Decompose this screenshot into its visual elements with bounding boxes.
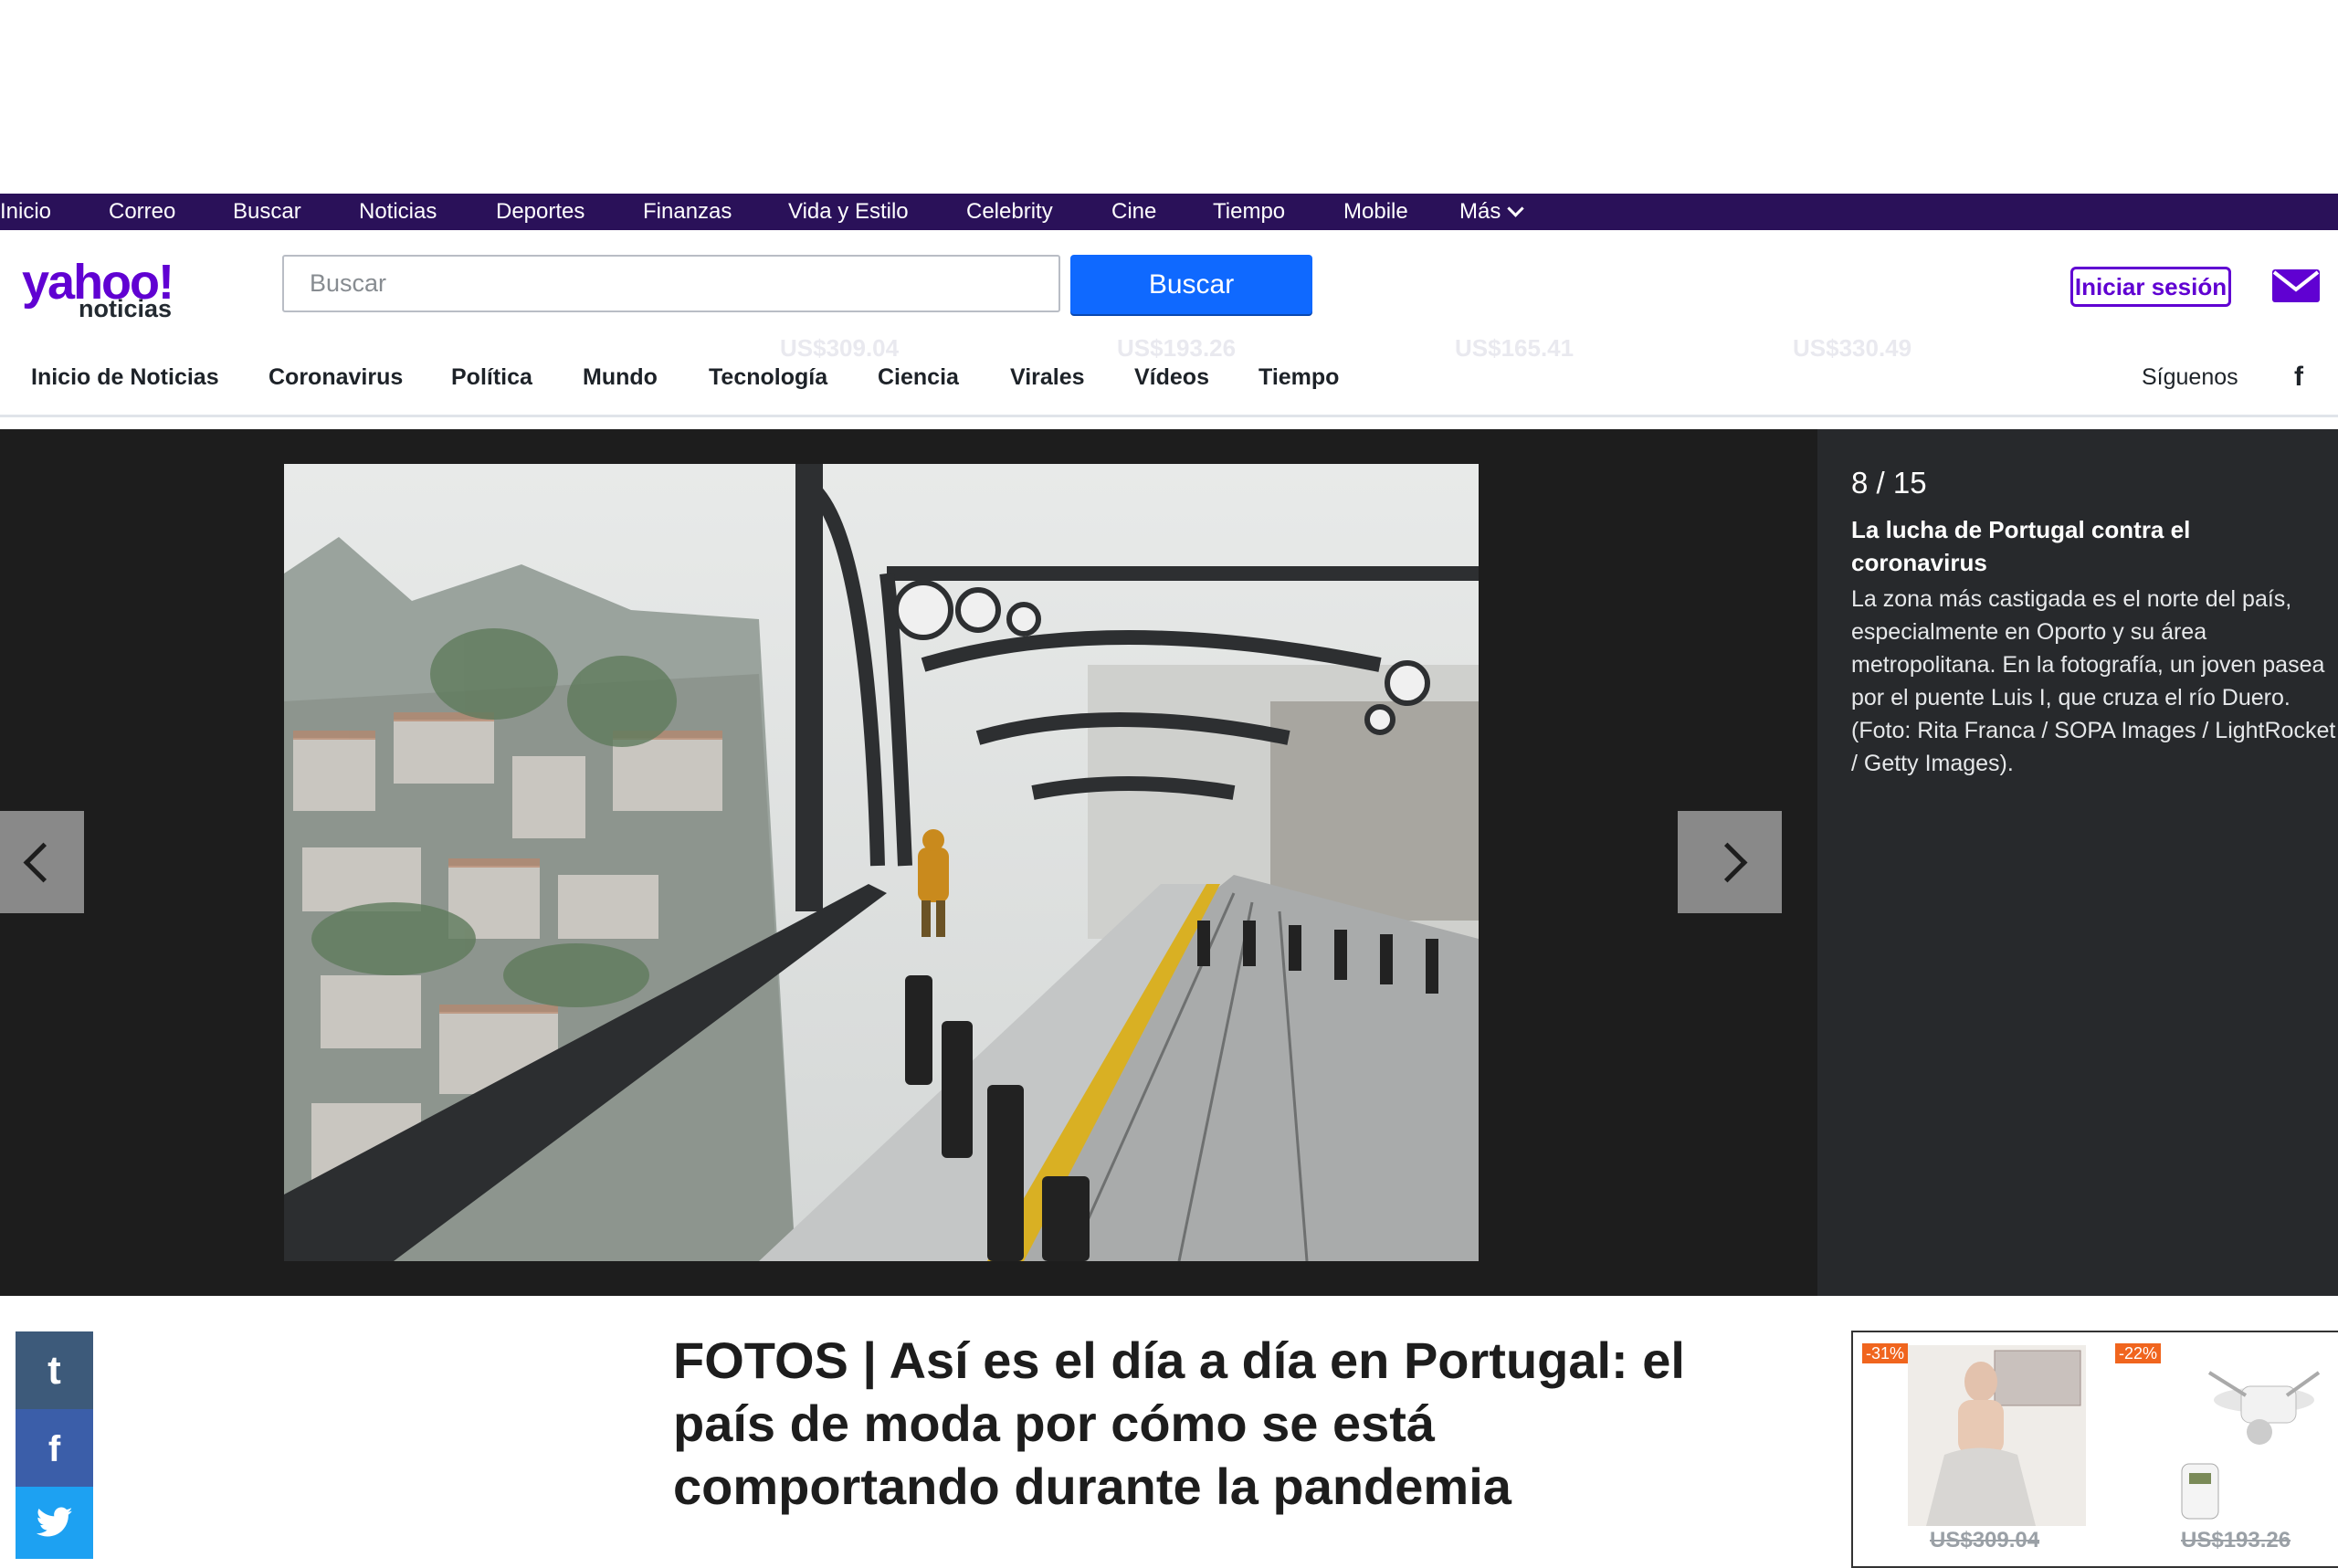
ad-price: US$309.04 — [1930, 1528, 2040, 1552]
subnav-item-mundo[interactable]: Mundo — [583, 340, 658, 415]
ad-price: US$193.26 — [2181, 1528, 2291, 1552]
chevron-right-icon — [1707, 842, 1748, 883]
tumblr-share-button[interactable]: t — [16, 1331, 93, 1409]
ad-box[interactable]: -31% -22% US$309.04 US$193.26 — [1851, 1331, 2338, 1568]
chevron-left-icon — [23, 842, 64, 883]
facebook-icon[interactable]: f — [2294, 360, 2312, 393]
prev-slide-button[interactable] — [0, 811, 84, 913]
subnav-item-tiempo[interactable]: Tiempo — [1259, 340, 1339, 415]
mail-icon[interactable] — [2272, 268, 2320, 304]
topnav-item-noticias[interactable]: Noticias — [359, 194, 437, 230]
follow-label: Síguenos — [2142, 364, 2238, 390]
subnav-item-tecnologia[interactable]: Tecnología — [709, 340, 827, 415]
signin-button[interactable]: Iniciar sesión — [2070, 267, 2231, 307]
slide-photo-bridge[interactable] — [284, 464, 1479, 1261]
slide-caption: La zona más castigada es el norte del pa… — [1851, 586, 2336, 776]
article-headline: FOTOS | Así es el día a día en Portugal:… — [673, 1331, 1685, 1515]
facebook-icon: f — [47, 1429, 61, 1469]
search-input[interactable] — [282, 255, 1060, 312]
slide-counter: 8 / 15 — [1851, 466, 1927, 500]
topnav-item-finanzas[interactable]: Finanzas — [643, 194, 732, 230]
subnav-item-coronavirus[interactable]: Coronavirus — [269, 340, 403, 415]
tumblr-icon: t — [47, 1348, 61, 1393]
topnav-more-label: Más — [1459, 199, 1501, 224]
section-nav: Inicio de Noticias Coronavirus Política … — [0, 340, 2338, 417]
subnav-item-inicio[interactable]: Inicio de Noticias — [31, 340, 219, 415]
subnav-item-ciencia[interactable]: Ciencia — [878, 340, 959, 415]
topnav-item-correo[interactable]: Correo — [109, 194, 175, 230]
top-nav-bar: Inicio Correo Buscar Noticias Deportes F… — [0, 194, 2338, 230]
subnav-item-politica[interactable]: Política — [451, 340, 532, 415]
discount-badge: -22% — [2115, 1343, 2162, 1363]
yahoo-noticias-logo[interactable]: yahoo! noticias — [22, 257, 205, 322]
topnav-item-buscar[interactable]: Buscar — [233, 194, 301, 230]
topnav-more-menu[interactable]: Más — [1459, 194, 1525, 230]
chevron-down-icon — [1507, 200, 1525, 217]
next-slide-button[interactable] — [1678, 811, 1782, 913]
topnav-item-cine[interactable]: Cine — [1111, 194, 1156, 230]
topnav-item-celebrity[interactable]: Celebrity — [966, 194, 1053, 230]
subnav-item-virales[interactable]: Virales — [1010, 340, 1085, 415]
topnav-item-tiempo[interactable]: Tiempo — [1213, 194, 1285, 230]
slide-title: La lucha de Portugal contra el coronavir… — [1851, 516, 2191, 576]
topnav-item-deportes[interactable]: Deportes — [496, 194, 584, 230]
ad-product-image[interactable] — [2154, 1345, 2337, 1526]
ad-product-image[interactable] — [1908, 1345, 2086, 1526]
facebook-share-button[interactable]: f — [16, 1409, 93, 1487]
twitter-icon — [36, 1507, 72, 1537]
topnav-item-mobile[interactable]: Mobile — [1343, 194, 1408, 230]
search-button[interactable]: Buscar — [1070, 255, 1312, 314]
discount-badge: -31% — [1862, 1343, 1909, 1363]
subnav-item-videos[interactable]: Vídeos — [1134, 340, 1209, 415]
logo-subtitle: noticias — [79, 295, 173, 322]
topnav-item-vida-y-estilo[interactable]: Vida y Estilo — [788, 194, 909, 230]
topnav-item-inicio[interactable]: Inicio — [0, 194, 51, 230]
twitter-share-button[interactable] — [16, 1487, 93, 1559]
